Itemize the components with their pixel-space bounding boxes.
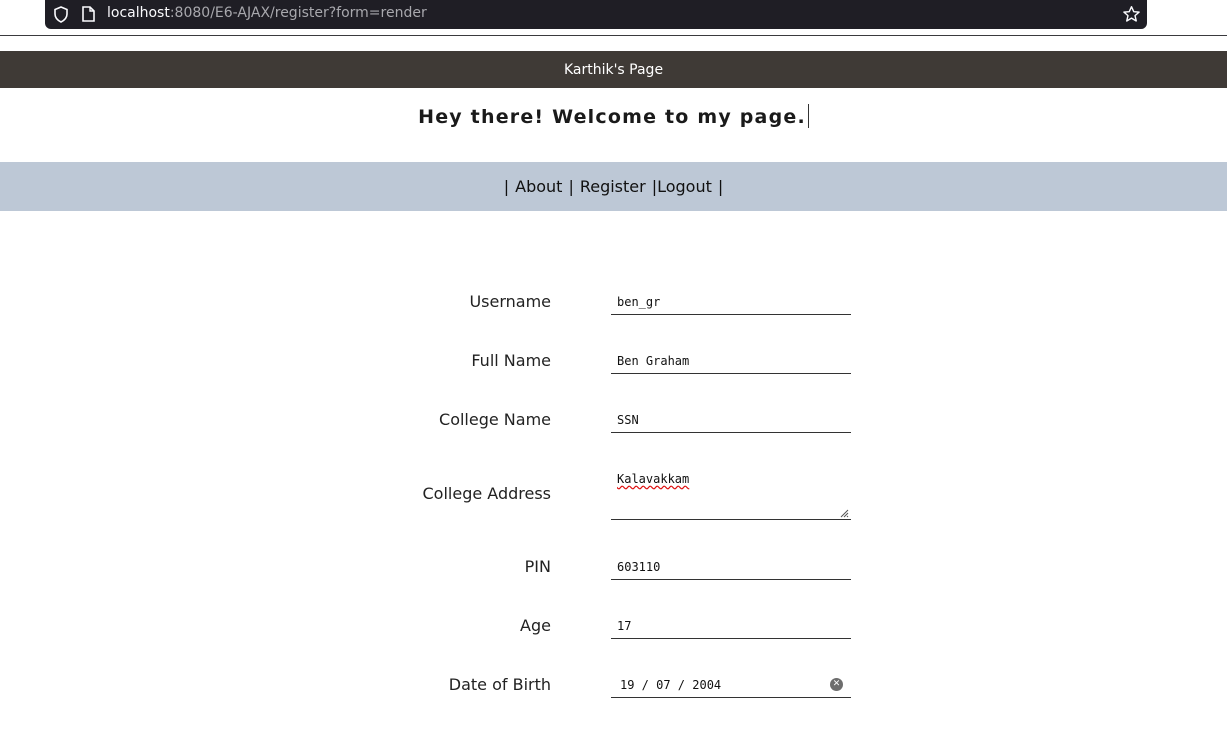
age-input[interactable] [611,613,851,639]
nav-separator: | [503,177,510,196]
clear-x-icon[interactable]: ✕ [830,678,843,691]
url-text[interactable]: localhost:8080/E6-AJAX/register?form=ren… [107,5,427,21]
nav-separator: | [568,177,574,196]
username-input[interactable] [611,289,851,315]
college-name-label: College Name [439,410,551,429]
url-path: :8080/E6-AJAX/register?form=render [169,5,427,21]
username-label: Username [469,292,551,311]
age-label: Age [520,616,551,635]
site-title: Karthik's Page [563,61,664,78]
college-address-value: Kalavakkam [617,472,690,486]
welcome-heading: Hey there! Welcome to my page. [0,104,1227,128]
nav-link-logout[interactable]: Logout [657,177,712,196]
fullname-label: Full Name [471,351,551,370]
nav-link-about[interactable]: About [515,177,562,196]
star-icon[interactable] [1122,5,1141,24]
page-icon [82,6,95,22]
nav-link-register[interactable]: Register [580,177,646,196]
pin-input[interactable] [611,554,851,580]
nav-separator: | [717,177,724,196]
college-address-textarea[interactable]: Kalavakkam [611,460,851,520]
address-bar[interactable]: localhost:8080/E6-AJAX/register?form=ren… [45,0,1147,29]
pin-label: PIN [524,557,551,576]
dob-label: Date of Birth [448,675,551,694]
college-name-input[interactable] [611,407,851,433]
browser-toolbar: localhost:8080/E6-AJAX/register?form=ren… [0,0,1227,36]
college-address-label: College Address [422,484,552,503]
url-host: localhost [107,5,170,21]
fullname-input[interactable] [611,348,851,374]
dob-date-input[interactable] [611,672,851,698]
nav-bar: | About | Register | Logout | [0,162,1227,211]
shield-icon[interactable] [53,6,69,23]
welcome-text: Hey there! Welcome to my page. [418,106,806,128]
resize-handle-icon[interactable] [839,508,849,518]
text-caret [807,104,809,128]
site-header: Karthik's Page [0,51,1227,88]
